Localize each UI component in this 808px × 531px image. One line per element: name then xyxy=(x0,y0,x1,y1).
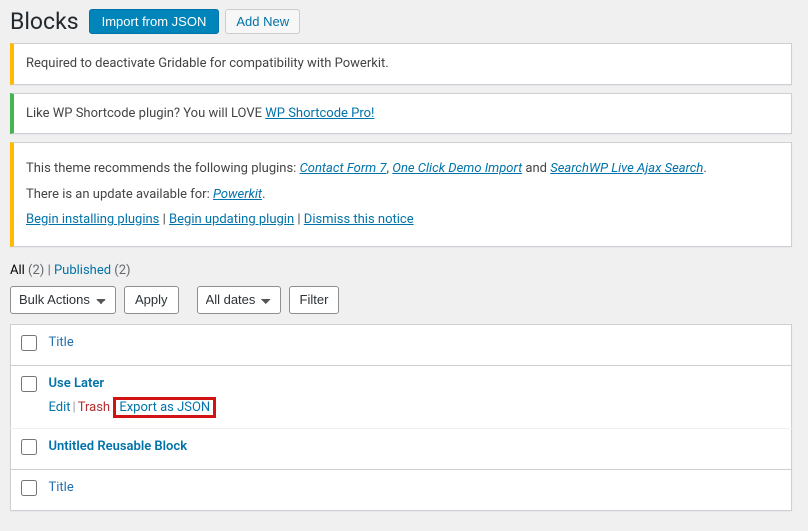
notice-gridable: Required to deactivate Gridable for comp… xyxy=(10,43,792,85)
notice-shortcode: Like WP Shortcode plugin? You will LOVE … xyxy=(10,93,792,135)
edit-link[interactable]: Edit xyxy=(49,400,71,415)
tablenav-top: Bulk Actions Apply All dates Filter xyxy=(10,286,792,314)
select-all-checkbox[interactable] xyxy=(21,335,37,351)
select-all-checkbox-footer[interactable] xyxy=(21,480,37,496)
notice-text: Like WP Shortcode plugin? You will LOVE xyxy=(26,106,265,121)
row-checkbox[interactable] xyxy=(21,439,37,455)
blocks-table: Title Use Later Edit|Trash Export as JSO… xyxy=(10,324,792,511)
import-json-button[interactable]: Import from JSON xyxy=(89,9,220,34)
begin-updating-link[interactable]: Begin updating plugin xyxy=(169,212,294,227)
column-title-footer[interactable]: Title xyxy=(49,480,74,495)
view-published[interactable]: Published (2) xyxy=(54,263,131,278)
row-checkbox[interactable] xyxy=(21,376,37,392)
dates-select[interactable]: All dates xyxy=(197,286,281,314)
export-json-link[interactable]: Export as JSON xyxy=(119,400,210,415)
add-new-button[interactable]: Add New xyxy=(225,9,300,34)
bulk-actions-select[interactable]: Bulk Actions xyxy=(10,286,116,314)
dismiss-notice-link[interactable]: Dismiss this notice xyxy=(304,212,414,227)
view-all[interactable]: All (2) xyxy=(10,263,44,278)
notice-tgmpa: This theme recommends the following plug… xyxy=(10,142,792,247)
table-row: Use Later Edit|Trash Export as JSON xyxy=(11,365,792,428)
plugin-link-powerkit[interactable]: Powerkit xyxy=(213,187,262,202)
column-title-header[interactable]: Title xyxy=(49,335,74,350)
export-highlight: Export as JSON xyxy=(113,397,216,418)
plugin-link-searchwp[interactable]: SearchWP Live Ajax Search xyxy=(550,161,703,176)
plugin-link-contact-form-7[interactable]: Contact Form 7 xyxy=(300,161,387,176)
filter-button[interactable]: Filter xyxy=(289,286,340,314)
tgmpa-actions-line: Begin installing plugins | Begin updatin… xyxy=(26,210,779,230)
row-title-link[interactable]: Untitled Reusable Block xyxy=(49,439,188,454)
notice-text: Required to deactivate Gridable for comp… xyxy=(26,56,389,71)
select-all-header xyxy=(11,324,39,365)
tgmpa-recommend-line: This theme recommends the following plug… xyxy=(26,159,779,179)
plugin-link-one-click-demo-import[interactable]: One Click Demo Import xyxy=(392,161,522,176)
table-row: Untitled Reusable Block xyxy=(11,428,792,469)
tgmpa-update-line: There is an update available for: Powerk… xyxy=(26,185,779,205)
trash-link[interactable]: Trash xyxy=(78,400,110,415)
shortcode-pro-link[interactable]: WP Shortcode Pro! xyxy=(265,106,374,121)
begin-installing-link[interactable]: Begin installing plugins xyxy=(26,212,159,227)
view-filters: All (2) | Published (2) xyxy=(10,263,792,278)
apply-button[interactable]: Apply xyxy=(124,286,179,314)
page-header: Blocks Import from JSON Add New xyxy=(10,8,792,35)
row-title-link[interactable]: Use Later xyxy=(49,376,105,391)
row-actions: Edit|Trash Export as JSON xyxy=(49,397,782,418)
page-title: Blocks xyxy=(10,8,79,35)
